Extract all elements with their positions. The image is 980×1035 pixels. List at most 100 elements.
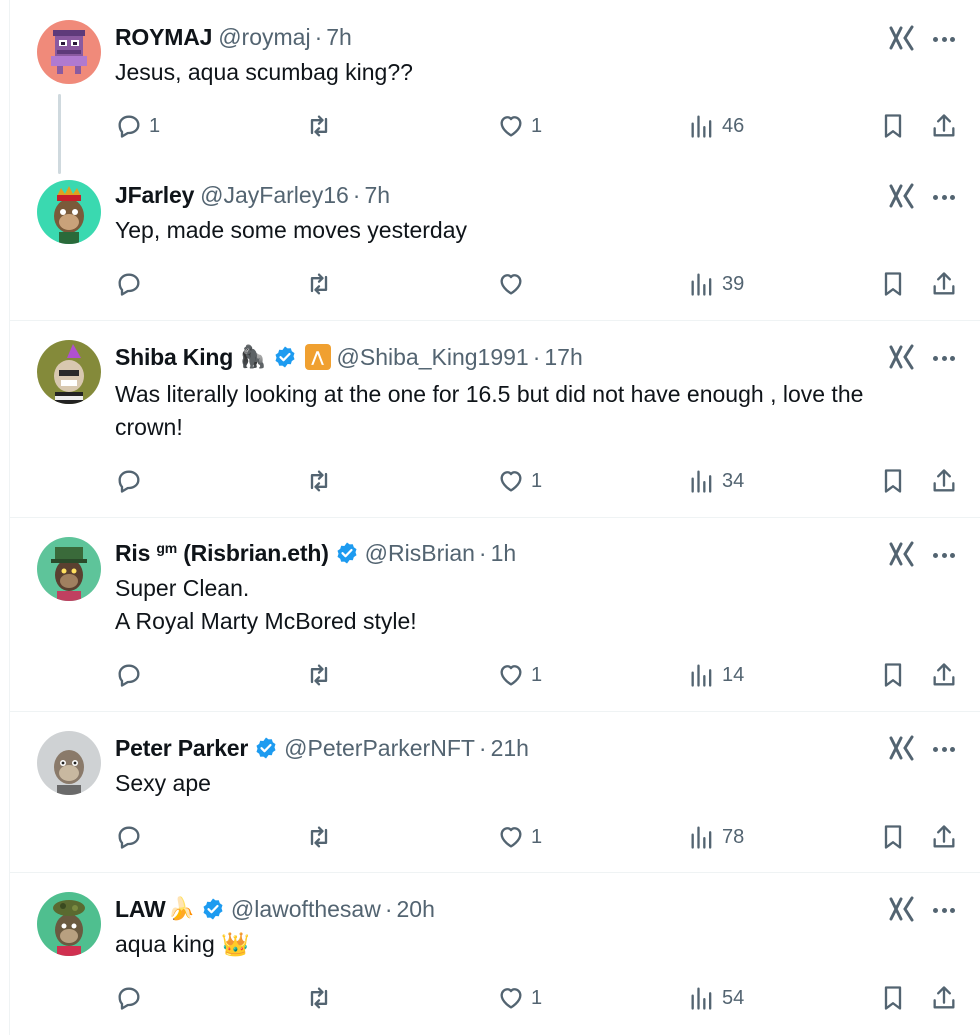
display-name-superscript: gm xyxy=(156,539,178,556)
share-button[interactable] xyxy=(930,110,958,142)
share-button[interactable] xyxy=(930,982,958,1014)
display-name[interactable]: Peter Parker xyxy=(115,735,248,762)
tweet[interactable]: Shiba King 🦍 ⋀ @Shiba_King1991 · 17h Was… xyxy=(10,321,980,517)
handle[interactable]: @PeterParkerNFT xyxy=(284,735,475,762)
display-name[interactable]: JFarley xyxy=(115,182,194,209)
handle[interactable]: @roymaj xyxy=(218,24,310,51)
views-button[interactable]: 14 xyxy=(688,659,744,691)
retweet-button[interactable] xyxy=(305,982,339,1014)
more-icon[interactable] xyxy=(930,348,958,368)
timestamp[interactable]: 21h xyxy=(491,735,529,762)
more-icon[interactable] xyxy=(930,545,958,565)
verified-badge-icon[interactable] xyxy=(335,541,359,565)
like-button[interactable]: 1 xyxy=(497,110,542,142)
views-icon xyxy=(691,115,712,138)
grok-icon[interactable] xyxy=(888,24,916,52)
share-button[interactable] xyxy=(930,659,958,691)
share-button[interactable] xyxy=(930,821,958,853)
more-icon[interactable] xyxy=(930,900,958,920)
reply-button[interactable] xyxy=(115,465,149,497)
heart-icon xyxy=(500,471,522,492)
views-button[interactable]: 78 xyxy=(688,821,744,853)
heart-icon xyxy=(500,988,522,1009)
bookmark-button[interactable] xyxy=(879,110,907,142)
verified-badge-icon[interactable] xyxy=(201,897,225,921)
like-button[interactable]: 1 xyxy=(497,982,542,1014)
pink-pixel-avatar-icon xyxy=(37,20,101,84)
verified-badge-icon[interactable] xyxy=(273,345,297,369)
reply-button[interactable] xyxy=(115,821,149,853)
reply-button[interactable]: 1 xyxy=(115,110,160,142)
like-button[interactable]: 1 xyxy=(497,659,542,691)
separator-dot: · xyxy=(314,23,323,50)
reply-button[interactable] xyxy=(115,982,149,1014)
timestamp[interactable]: 17h xyxy=(544,344,582,371)
timestamp[interactable]: 1h xyxy=(491,540,517,567)
avatar[interactable] xyxy=(37,340,101,404)
views-button[interactable]: 34 xyxy=(688,465,744,497)
retweet-icon xyxy=(310,115,328,137)
avatar[interactable] xyxy=(37,20,101,84)
action-bar: 1 34 xyxy=(115,465,965,497)
views-button[interactable]: 46 xyxy=(688,110,744,142)
tweet-text-line: crown! xyxy=(115,414,183,440)
more-icon[interactable] xyxy=(930,739,958,759)
tweet[interactable]: Ris gm (Risbrian.eth) @RisBrian · 1h Sup… xyxy=(10,518,980,711)
grok-icon[interactable] xyxy=(888,734,916,762)
bookmark-button[interactable] xyxy=(879,659,907,691)
tweet[interactable]: LAW 🍌 @lawofthesaw · 20h aqua king 👑 1 5… xyxy=(10,873,980,1035)
retweet-button[interactable] xyxy=(305,268,339,300)
retweet-button[interactable] xyxy=(305,821,339,853)
share-button[interactable] xyxy=(930,268,958,300)
views-button[interactable]: 39 xyxy=(688,268,744,300)
grok-icon[interactable] xyxy=(888,895,916,923)
display-name[interactable]: LAW xyxy=(115,896,166,923)
tweet-text-line: Super Clean. xyxy=(115,575,250,601)
reply-button[interactable] xyxy=(115,659,149,691)
views-icon xyxy=(691,273,712,296)
separator-dot: · xyxy=(352,181,361,208)
verified-badge-icon[interactable] xyxy=(254,736,278,760)
retweet-button[interactable] xyxy=(305,659,339,691)
more-icon[interactable] xyxy=(930,187,958,207)
bookmark-button[interactable] xyxy=(879,982,907,1014)
timestamp[interactable]: 20h xyxy=(397,896,435,923)
tweet-header: Shiba King 🦍 ⋀ @Shiba_King1991 · 17h xyxy=(115,340,890,374)
share-button[interactable] xyxy=(930,465,958,497)
tweet[interactable]: ROYMAJ @roymaj · 7h Jesus, aqua scumbag … xyxy=(10,0,980,160)
grok-icon[interactable] xyxy=(888,540,916,568)
avatar[interactable] xyxy=(37,180,101,244)
handle[interactable]: @Shiba_King1991 xyxy=(337,344,529,371)
grok-icon[interactable] xyxy=(888,343,916,371)
more-icon[interactable] xyxy=(930,29,958,49)
like-button[interactable] xyxy=(497,268,531,300)
handle[interactable]: @JayFarley16 xyxy=(200,182,349,209)
tweet[interactable]: JFarley @JayFarley16 · 7h Yep, made some… xyxy=(10,160,980,320)
timestamp[interactable]: 7h xyxy=(364,182,390,209)
action-bar: 1 78 xyxy=(115,821,965,853)
views-button[interactable]: 54 xyxy=(688,982,744,1014)
avatar[interactable] xyxy=(37,731,101,795)
tweet[interactable]: Peter Parker @PeterParkerNFT · 21h Sexy … xyxy=(10,712,980,872)
like-button[interactable]: 1 xyxy=(497,821,542,853)
grok-icon[interactable] xyxy=(888,182,916,210)
like-button[interactable]: 1 xyxy=(497,465,542,497)
avatar[interactable] xyxy=(37,537,101,601)
bookmark-button[interactable] xyxy=(879,268,907,300)
handle[interactable]: @RisBrian xyxy=(365,540,475,567)
ape-grey-avatar-icon xyxy=(37,731,101,795)
retweet-button[interactable] xyxy=(305,110,339,142)
bookmark-button[interactable] xyxy=(879,821,907,853)
tweet-header: JFarley @JayFarley16 · 7h xyxy=(115,178,890,212)
retweet-button[interactable] xyxy=(305,465,339,497)
display-name[interactable]: Ris gm (Risbrian.eth) xyxy=(115,540,329,567)
affiliate-badge-icon[interactable]: ⋀ xyxy=(304,344,331,370)
avatar[interactable] xyxy=(37,892,101,956)
reply-button[interactable] xyxy=(115,268,149,300)
timestamp[interactable]: 7h xyxy=(326,24,352,51)
display-name-main: Ris xyxy=(115,539,151,566)
display-name[interactable]: ROYMAJ xyxy=(115,24,212,51)
display-name[interactable]: Shiba King xyxy=(115,344,233,371)
bookmark-button[interactable] xyxy=(879,465,907,497)
handle[interactable]: @lawofthesaw xyxy=(231,896,381,923)
